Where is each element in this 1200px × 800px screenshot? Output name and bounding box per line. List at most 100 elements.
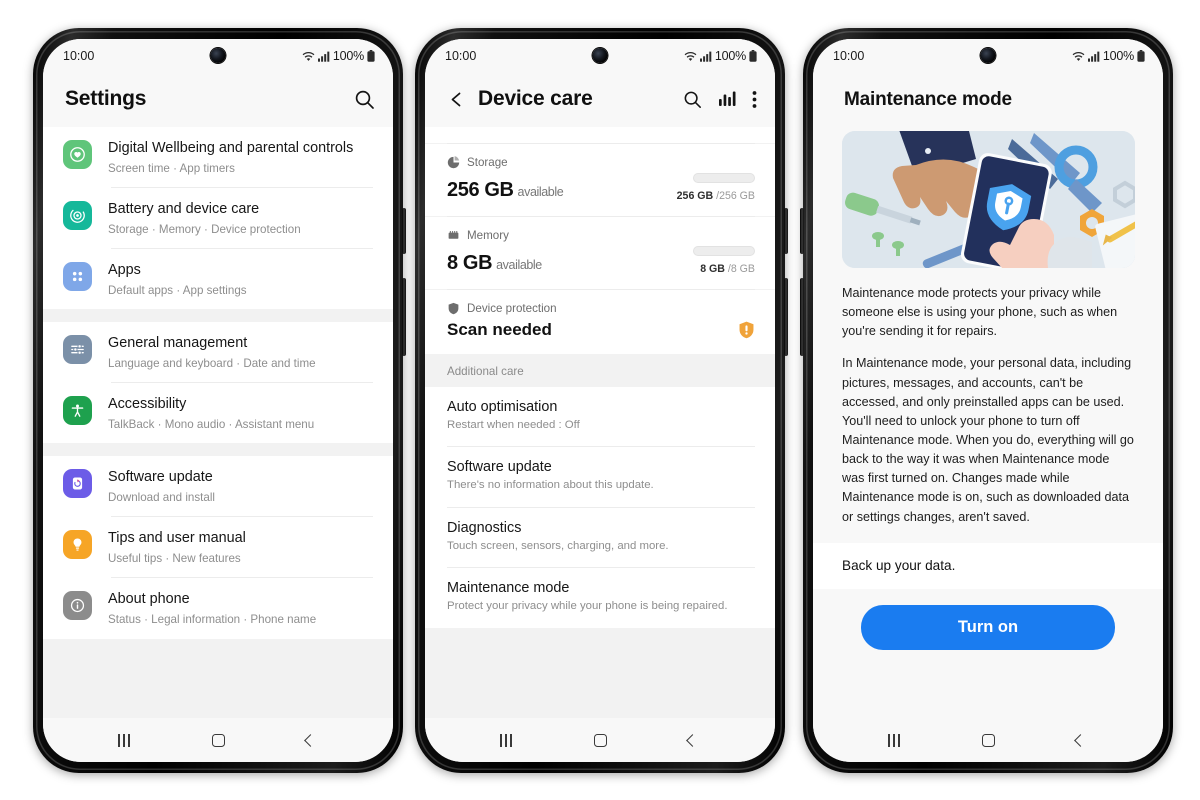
wifi-icon — [684, 51, 697, 62]
settings-row-subtitle: Storage · Memory · Device protection — [108, 223, 301, 237]
stat-meter: 8 GB /8 GB — [693, 246, 755, 275]
chevron-left-icon[interactable] — [447, 90, 466, 109]
battery-full-icon — [749, 50, 757, 62]
settings-row-texts: Software update Download and install — [108, 467, 373, 505]
settings-row-title: Apps — [108, 262, 141, 279]
stat-header: Storage — [447, 156, 755, 169]
side-button-volume[interactable] — [800, 208, 804, 254]
settings-row-subtitle: Useful tips · New features — [108, 552, 241, 566]
navigation-bar — [425, 718, 775, 762]
home-button[interactable] — [593, 733, 607, 747]
battery-device-care-icon — [63, 201, 92, 231]
settings-row-texts: Tips and user manual Useful tips · New fe… — [108, 528, 373, 566]
stat-number: 256 — [447, 179, 480, 201]
settings-app-bar: Settings — [43, 73, 393, 127]
turn-on-button[interactable]: Turn on — [861, 604, 1115, 650]
shield-warning-icon — [738, 321, 755, 340]
recents-button[interactable] — [499, 733, 513, 747]
device-care-app-bar: Device care — [425, 73, 775, 127]
settings-row[interactable]: General management Language and keyboard … — [43, 322, 393, 382]
page-title: Maintenance mode — [844, 89, 1012, 110]
status-bar: 10:00 100% — [43, 39, 393, 73]
stat-value: 256 GB available — [447, 179, 564, 202]
home-button[interactable] — [211, 733, 225, 747]
back-button[interactable] — [1074, 733, 1088, 747]
additional-care-subtitle: Protect your privacy while your phone is… — [447, 600, 728, 613]
side-button-power[interactable] — [800, 278, 804, 356]
digital-wellbeing-icon — [63, 140, 92, 169]
navigation-bar — [813, 718, 1163, 762]
settings-row[interactable]: Apps Default apps · App settings — [43, 249, 393, 309]
settings-row-subtitle: Language and keyboard · Date and time — [108, 357, 316, 371]
signal-bars-icon — [699, 51, 712, 62]
settings-row-subtitle: Status · Legal information · Phone name — [108, 613, 317, 627]
settings-row-title: General management — [108, 335, 248, 352]
memory-chip-icon — [447, 229, 460, 242]
settings-row-title: Accessibility — [108, 396, 187, 413]
phone2-screen: 10:00 100% Device care Storage 256 GB av… — [425, 39, 775, 762]
settings-row-subtitle: Download and install — [108, 491, 215, 505]
status-bar: 10:00 100% — [425, 39, 775, 73]
device-care-stat-row[interactable]: Storage 256 GB available 256 GB /256 GB — [425, 144, 775, 216]
home-button[interactable] — [981, 733, 995, 747]
phone1-screen: 10:00 100% Settings Digital Wellbeing an… — [43, 39, 393, 762]
settings-row[interactable]: Accessibility TalkBack · Mono audio · Ass… — [43, 383, 393, 443]
additional-care-row[interactable]: Maintenance mode Protect your privacy whi… — [425, 568, 775, 628]
bar-chart-icon[interactable] — [718, 90, 736, 108]
status-time: 10:00 — [63, 49, 95, 63]
settings-row[interactable]: About phone Status · Legal information · … — [43, 578, 393, 638]
settings-row[interactable]: Battery and device care Storage · Memory … — [43, 188, 393, 248]
device-care-stat-row[interactable]: Memory 8 GB available 8 GB /8 GB — [425, 217, 775, 289]
page-title: Settings — [65, 87, 147, 110]
side-button-power[interactable] — [402, 278, 406, 356]
accessibility-person-icon — [63, 396, 92, 426]
additional-care-row[interactable]: Software update There's no information ab… — [425, 447, 775, 507]
recents-button[interactable] — [117, 733, 131, 747]
screenshot-stage: 10:00 100% Settings Digital Wellbeing an… — [0, 0, 1200, 800]
backup-your-data-row[interactable]: Back up your data. — [813, 542, 1163, 589]
protection-body: Scan needed — [447, 320, 755, 340]
battery-percent-label: 100% — [714, 49, 746, 63]
storage-pie-icon — [447, 156, 460, 169]
settings-row[interactable]: Digital Wellbeing and parental controls S… — [43, 127, 393, 187]
stat-header: Memory — [447, 229, 755, 242]
search-icon[interactable] — [683, 90, 702, 109]
protection-header: Device protection — [447, 302, 755, 315]
additional-care-list: Auto optimisation Restart when needed : O… — [425, 387, 775, 628]
additional-care-subtitle: There's no information about this update… — [447, 479, 654, 492]
partial-row-title — [447, 127, 451, 135]
usage-bar — [693, 173, 755, 183]
navigation-bar — [43, 718, 393, 762]
phone-device-2: 10:00 100% Device care Storage 256 GB av… — [415, 28, 788, 773]
settings-row[interactable]: Tips and user manual Useful tips · New fe… — [43, 517, 393, 577]
back-button[interactable] — [686, 733, 700, 747]
settings-row-title: Tips and user manual — [108, 530, 246, 547]
settings-row[interactable]: Software update Download and install — [43, 456, 393, 516]
settings-list[interactable]: Digital Wellbeing and parental controls S… — [43, 127, 393, 718]
device-protection-row[interactable]: Device protection Scan needed — [425, 290, 775, 354]
side-button-power[interactable] — [784, 278, 788, 356]
more-vertical-icon[interactable] — [752, 90, 757, 109]
recents-button[interactable] — [887, 733, 901, 747]
stat-label: Memory — [467, 229, 509, 242]
scrolled-partial-row[interactable] — [425, 127, 775, 143]
signal-bars-icon — [1087, 51, 1100, 62]
status-bar: 10:00 100% — [813, 39, 1163, 73]
search-icon[interactable] — [354, 89, 375, 110]
side-button-volume[interactable] — [784, 208, 788, 254]
stat-state: available — [496, 258, 542, 272]
front-camera-punch-hole-icon — [980, 48, 996, 63]
additional-care-row[interactable]: Diagnostics Touch screen, sensors, chargi… — [425, 507, 775, 568]
battery-percent-label: 100% — [332, 49, 364, 63]
lightbulb-tips-icon — [63, 530, 92, 560]
back-button[interactable] — [304, 733, 318, 747]
status-time: 10:00 — [445, 49, 477, 63]
protection-label: Device protection — [467, 302, 557, 315]
side-button-volume[interactable] — [402, 208, 406, 254]
description-paragraph: Maintenance mode protects your privacy w… — [842, 286, 1118, 339]
additional-care-row[interactable]: Auto optimisation Restart when needed : O… — [425, 387, 775, 447]
settings-group: General management Language and keyboard … — [43, 322, 393, 444]
status-time: 10:00 — [833, 49, 865, 63]
maintenance-mode-illustration — [842, 131, 1135, 268]
device-care-content[interactable]: Storage 256 GB available 256 GB /256 GB Memo… — [425, 127, 775, 718]
